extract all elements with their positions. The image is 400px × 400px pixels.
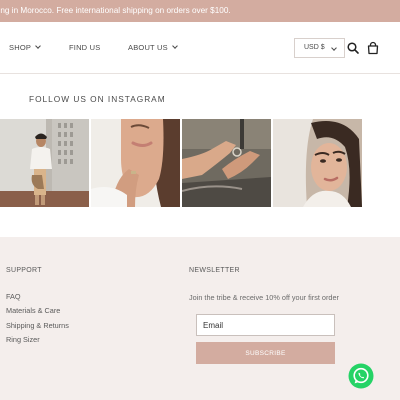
instagram-heading: FOLLOW US ON INSTAGRAM [29, 94, 166, 104]
hands-crafting-jewelry-photo [182, 119, 271, 207]
nav-find-us-label: FIND US [69, 43, 101, 52]
cart-icon[interactable] [366, 41, 380, 55]
woman-selfie-photo [273, 119, 362, 207]
nav-about-us-label: ABOUT US [128, 43, 168, 52]
nav-shop[interactable]: SHOP [9, 43, 41, 52]
announcement-bar: ping in Morocco. Free international ship… [0, 0, 400, 22]
footer-link-materials-care[interactable]: Materials & Care [6, 306, 60, 315]
woman-touching-chin-ring-photo [91, 119, 180, 207]
whatsapp-icon[interactable] [348, 363, 374, 389]
newsletter-heading: NEWSLETTER [189, 267, 240, 274]
footer-link-faq[interactable]: FAQ [6, 292, 21, 301]
woman-in-white-outfit-photo [0, 119, 89, 207]
footer: SUPPORT FAQ Materials & Care Shipping & … [0, 237, 400, 400]
chevron-down-icon [35, 43, 41, 49]
nav-about-us[interactable]: ABOUT US [128, 43, 178, 52]
chevron-down-icon [171, 43, 178, 49]
instagram-photo-1[interactable] [0, 119, 89, 207]
instagram-photo-4[interactable] [273, 119, 362, 207]
currency-value: USD $ [304, 44, 325, 51]
instagram-photo-2[interactable] [91, 119, 180, 207]
support-heading: SUPPORT [6, 267, 42, 274]
announcement-text: ping in Morocco. Free international ship… [0, 6, 231, 15]
nav-find-us[interactable]: FIND US [69, 43, 100, 52]
header-nav: SHOP FIND US ABOUT US USD $ [0, 22, 400, 74]
currency-selector[interactable]: USD $ [294, 38, 345, 58]
instagram-photo-3[interactable] [182, 119, 271, 207]
email-field[interactable] [196, 314, 335, 336]
newsletter-text: Join the tribe & receive 10% off your fi… [189, 293, 339, 302]
nav-shop-label: SHOP [9, 43, 32, 52]
subscribe-button[interactable]: SUBSCRIBE [196, 342, 335, 364]
footer-link-shipping-returns[interactable]: Shipping & Returns [6, 321, 69, 330]
footer-link-ring-sizer[interactable]: Ring Sizer [6, 335, 40, 344]
chevron-down-icon [331, 45, 337, 51]
search-icon[interactable] [346, 41, 360, 55]
